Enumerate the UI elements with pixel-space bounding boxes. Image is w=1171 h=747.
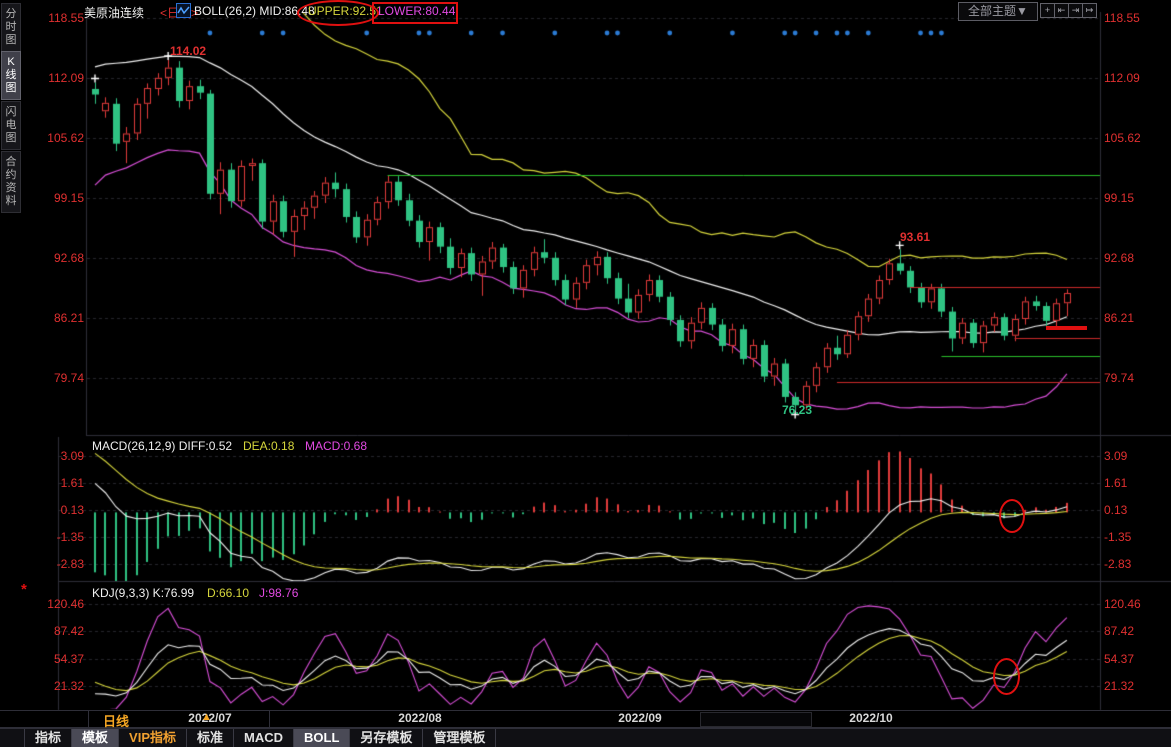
date-tick-label: 2022/10 bbox=[826, 711, 916, 725]
axis-label: -1.35 bbox=[1104, 530, 1166, 544]
axis-label: 0.13 bbox=[24, 503, 84, 517]
crosshair-icon[interactable]: + bbox=[1040, 3, 1055, 18]
axis-label: 105.62 bbox=[24, 131, 84, 145]
macd-dea-value: DEA:0.18 bbox=[243, 439, 294, 453]
kline-mini-icon bbox=[176, 3, 191, 18]
axis-label: 99.15 bbox=[1104, 191, 1166, 205]
chart-canvas[interactable] bbox=[0, 0, 1171, 747]
tab-4[interactable]: 标准 bbox=[186, 729, 233, 747]
red-circle-annotation-kdj bbox=[993, 658, 1020, 695]
all-themes-button[interactable]: 全部主题▼ bbox=[958, 2, 1038, 21]
low-price-label-76: 76.23 bbox=[782, 403, 812, 417]
trading-app-window: 美原油连续 <日线> BOLL(26,2) MID:86.48 UPPER:92… bbox=[0, 0, 1171, 747]
axis-label: 0.13 bbox=[1104, 503, 1166, 517]
axis-label: 92.68 bbox=[1104, 251, 1166, 265]
axis-label: 99.15 bbox=[24, 191, 84, 205]
high-price-label-93: 93.61 bbox=[900, 230, 930, 244]
timeframe-up-arrow-icon: ▲ bbox=[201, 711, 212, 723]
sidebar-item-4[interactable]: 合约资料 bbox=[1, 151, 21, 213]
page-right-icon[interactable]: ↦ bbox=[1082, 3, 1097, 18]
axis-label: 1.61 bbox=[24, 476, 84, 490]
axis-label: 21.32 bbox=[1104, 679, 1166, 693]
bottom-tab-bar: 指标模板VIP指标标准MACDBOLL另存模板管理模板 bbox=[0, 728, 1171, 747]
axis-label: 3.09 bbox=[1104, 449, 1166, 463]
timeframe-selector[interactable]: 日线 ▲ bbox=[88, 710, 270, 727]
tab-8[interactable]: 管理模板 bbox=[422, 729, 496, 747]
high-price-label-114: 114.02 bbox=[170, 44, 206, 58]
kdj-j-value: J:98.76 bbox=[259, 586, 298, 600]
axis-label: -2.83 bbox=[24, 557, 84, 571]
kdj-d-value: D:66.10 bbox=[207, 586, 249, 600]
current-price-mark-line bbox=[1046, 326, 1087, 330]
expand-kline-icon[interactable]: ⇥ bbox=[1068, 3, 1083, 18]
panel-settings-star-icon[interactable]: * bbox=[21, 581, 27, 598]
tab-7[interactable]: 另存模板 bbox=[349, 729, 422, 747]
date-tick-label: 2022/09 bbox=[595, 711, 685, 725]
tab-5[interactable]: MACD bbox=[233, 729, 293, 747]
axis-label: 1.61 bbox=[1104, 476, 1166, 490]
sidebar-item-2[interactable]: K线图 bbox=[1, 51, 21, 100]
axis-label: 118.55 bbox=[24, 11, 84, 25]
horizontal-scrollbar-thumb[interactable] bbox=[700, 712, 812, 727]
compress-kline-icon[interactable]: ⇤ bbox=[1054, 3, 1069, 18]
axis-label: 54.37 bbox=[1104, 652, 1166, 666]
axis-label: 87.42 bbox=[1104, 624, 1166, 638]
axis-label: 21.32 bbox=[24, 679, 84, 693]
kdj-header: KDJ(9,3,3) K:76.99 bbox=[92, 586, 194, 600]
tab-2[interactable]: 模板 bbox=[71, 729, 118, 747]
axis-label: -2.83 bbox=[1104, 557, 1166, 571]
axis-label: 86.21 bbox=[24, 311, 84, 325]
macd-value: MACD:0.68 bbox=[305, 439, 367, 453]
tab-3[interactable]: VIP指标 bbox=[118, 729, 186, 747]
axis-label: 87.42 bbox=[24, 624, 84, 638]
axis-label: 79.74 bbox=[24, 371, 84, 385]
axis-label: 86.21 bbox=[1104, 311, 1166, 325]
axis-label: 105.62 bbox=[1104, 131, 1166, 145]
tab-6[interactable]: BOLL bbox=[293, 729, 349, 747]
axis-label: 54.37 bbox=[24, 652, 84, 666]
axis-label: -1.35 bbox=[24, 530, 84, 544]
axis-label: 112.09 bbox=[1104, 71, 1166, 85]
axis-label: 112.09 bbox=[24, 71, 84, 85]
sidebar-item-1[interactable]: 分时图 bbox=[1, 3, 21, 52]
axis-label: 3.09 bbox=[24, 449, 84, 463]
axis-label: 79.74 bbox=[1104, 371, 1166, 385]
red-circle-annotation-macd bbox=[999, 499, 1025, 533]
macd-header: MACD(26,12,9) DIFF:0.52 bbox=[92, 439, 232, 453]
sidebar-item-3[interactable]: 闪电图 bbox=[1, 101, 21, 150]
axis-label: 120.46 bbox=[24, 597, 84, 611]
axis-label: 118.55 bbox=[1104, 11, 1166, 25]
red-box-annotation-lower bbox=[372, 2, 458, 24]
date-tick-label: 2022/08 bbox=[375, 711, 465, 725]
tab-1[interactable]: 指标 bbox=[24, 729, 71, 747]
axis-label: 120.46 bbox=[1104, 597, 1166, 611]
axis-label: 92.68 bbox=[24, 251, 84, 265]
red-ellipse-annotation-upper bbox=[297, 0, 379, 26]
instrument-title: 美原油连续 bbox=[84, 4, 144, 21]
